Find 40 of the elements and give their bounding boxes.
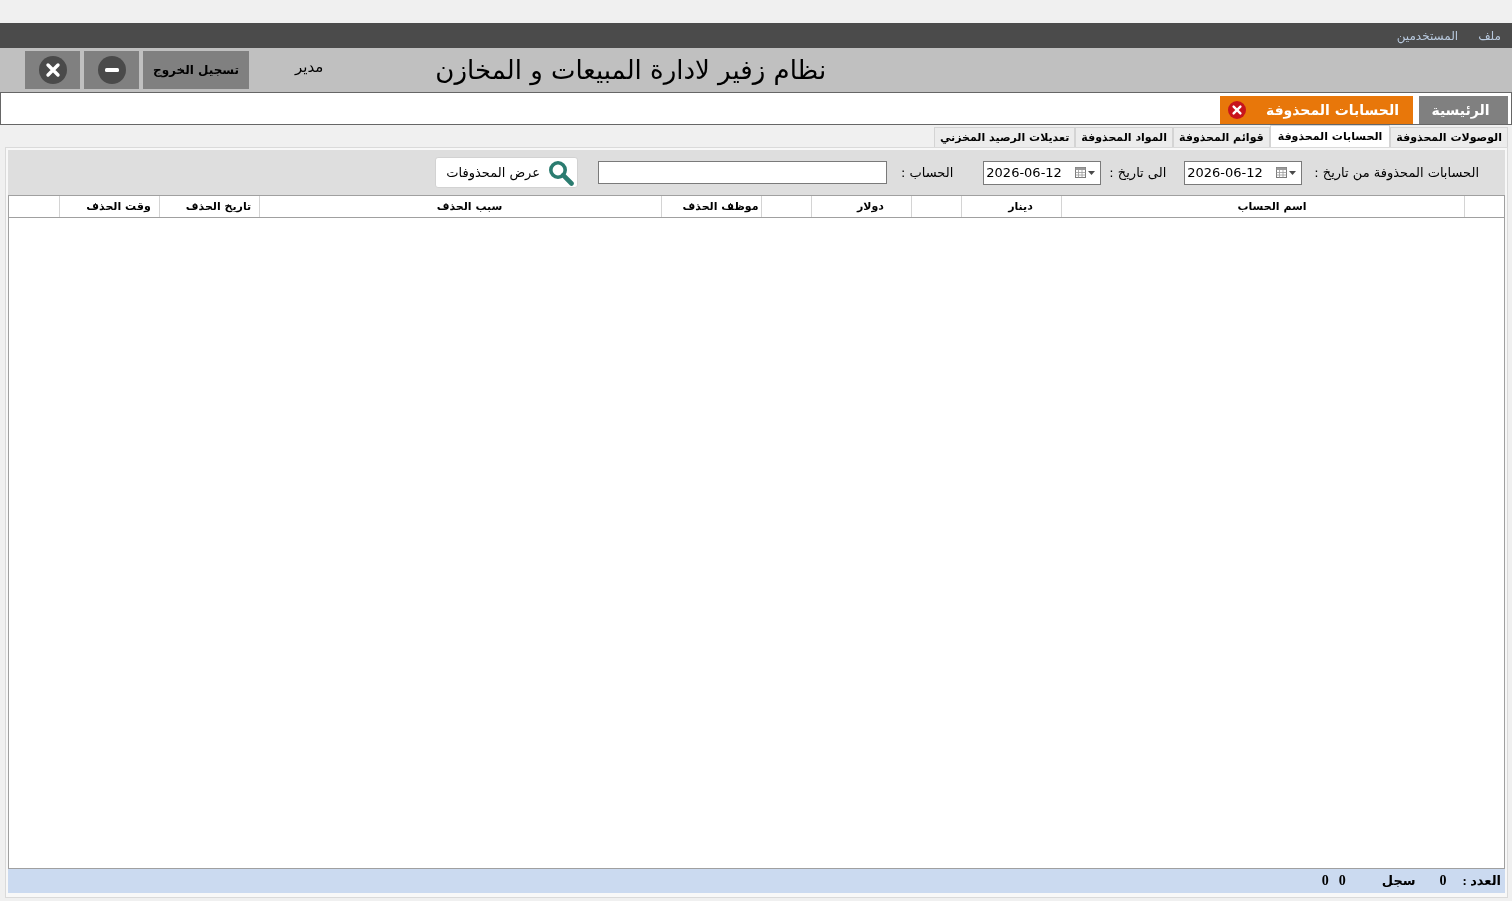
total-value: 0: [1321, 873, 1329, 889]
column-header: دولار: [811, 196, 911, 217]
records-label: سجل: [1381, 873, 1416, 889]
search-icon: [548, 159, 575, 186]
column-header: وقت الحذف: [59, 196, 159, 217]
filter-label: الى تاريخ :: [1109, 165, 1167, 180]
minimize-button[interactable]: [84, 51, 139, 89]
column-header: سبب الحذف: [259, 196, 661, 217]
account-field[interactable]: [598, 161, 888, 184]
close-icon[interactable]: [1227, 101, 1246, 119]
close-button[interactable]: [25, 51, 80, 89]
tab[interactable]: قوائم المحذوفة: [1173, 127, 1270, 147]
tab[interactable]: تعديلات الرصيد المخزني: [933, 127, 1076, 147]
minus-icon: [97, 56, 126, 84]
user-name: مدير: [295, 58, 324, 76]
calendar-icon: [1075, 167, 1087, 178]
tab[interactable]: الحسابات المحذوفة: [1269, 125, 1391, 147]
column-header: تاريخ الحذف: [159, 196, 259, 217]
count-label: العدد :: [1462, 873, 1501, 889]
logout-button[interactable]: تسجيل الخروج: [143, 51, 249, 89]
filter-label: الحساب :: [901, 165, 954, 180]
tab[interactable]: المواد المحذوفة: [1075, 127, 1173, 147]
calendar-icon: [1276, 167, 1288, 178]
date-field[interactable]: 2026-06-12: [1184, 160, 1303, 185]
column-header: موظف الحذف: [661, 196, 761, 217]
show-deleted-button[interactable]: عرض المحذوفات: [435, 157, 579, 188]
app-title: نظام زفير لادارة المبيعات و المخازن: [435, 54, 827, 87]
menu-item[interactable]: المستخدمين: [1396, 27, 1459, 44]
column-header: دينار: [961, 196, 1061, 217]
date-field[interactable]: 2026-06-12: [983, 160, 1102, 185]
column-header: اسم الحساب: [1061, 196, 1464, 217]
count-value: 0: [1439, 873, 1447, 889]
tab[interactable]: الرئيسية: [1419, 96, 1508, 124]
menu-item[interactable]: ملف: [1478, 27, 1501, 44]
caret-icon: [1289, 170, 1297, 175]
close-icon: [38, 56, 67, 84]
tab[interactable]: الوصولات المحذوفة: [1390, 127, 1508, 147]
caret-icon: [1088, 170, 1096, 175]
total-value: 0: [1338, 873, 1346, 889]
filter-label: الحسابات المحذوفة من تاريخ :: [1314, 165, 1479, 180]
